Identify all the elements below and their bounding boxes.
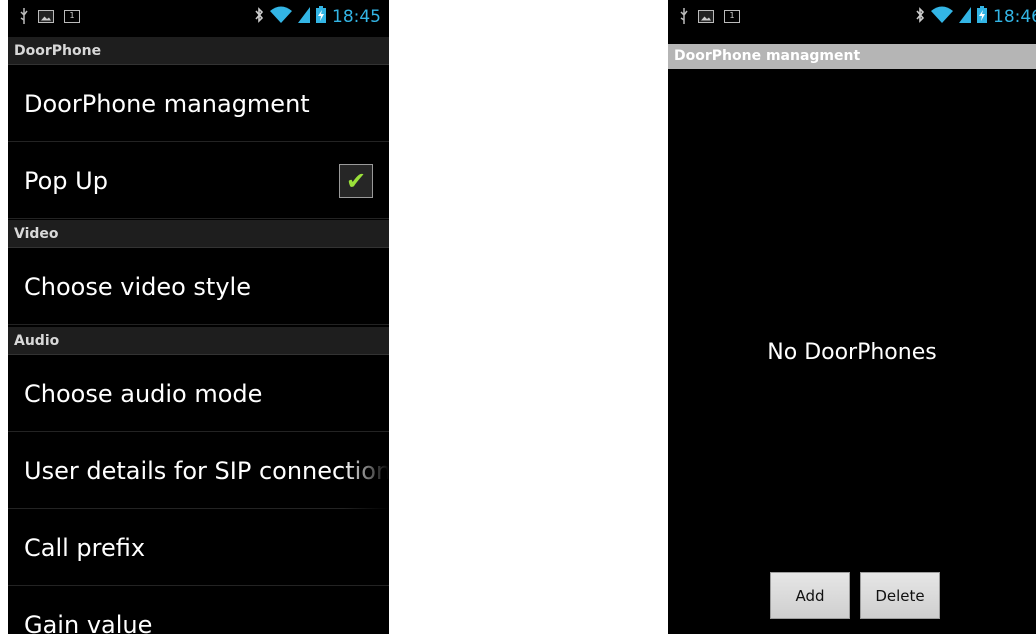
pref-gain-value[interactable]: Gain value: [8, 587, 389, 634]
status-bar: 1 18:46: [668, 0, 1036, 31]
checkmark-icon: ✔: [345, 166, 367, 195]
pref-label: Gain value: [24, 611, 153, 634]
bluetooth-icon: [254, 6, 264, 27]
pref-choose-audio-mode[interactable]: Choose audio mode: [8, 356, 389, 432]
popup-checkbox[interactable]: ✔: [339, 163, 373, 198]
empty-state-message: No DoorPhones: [767, 340, 937, 365]
calendar-icon: 1: [64, 9, 80, 23]
signal-icon: [298, 6, 310, 27]
window-title-bar: DoorPhone managment: [668, 44, 1036, 69]
pref-popup[interactable]: Pop Up ✔: [8, 143, 389, 219]
pref-choose-video-style[interactable]: Choose video style: [8, 249, 389, 325]
signal-icon: [959, 6, 971, 27]
delete-button[interactable]: Delete: [860, 572, 940, 619]
wifi-icon: [931, 6, 953, 27]
pref-call-prefix[interactable]: Call prefix: [8, 510, 389, 586]
pref-label: Choose audio mode: [24, 379, 263, 408]
status-bar: 1 18:45: [8, 0, 389, 31]
image-icon: [698, 9, 714, 23]
pref-label: Choose video style: [24, 272, 251, 301]
category-doorphone: DoorPhone: [8, 37, 389, 65]
image-icon: [38, 9, 54, 23]
category-video: Video: [8, 220, 389, 248]
doorphone-management-screen: 1 18:46 DoorPhone managment No DoorPhone…: [668, 0, 1036, 634]
battery-charging-icon: [977, 6, 987, 27]
status-clock: 18:45: [332, 6, 381, 27]
pref-label: User details for SIP connection: [24, 456, 389, 485]
category-audio: Audio: [8, 327, 389, 355]
pref-label: DoorPhone managment: [24, 89, 310, 118]
battery-charging-icon: [316, 6, 326, 27]
usb-icon: [20, 8, 28, 24]
status-clock: 18:46: [993, 6, 1036, 27]
pref-doorphone-management[interactable]: DoorPhone managment: [8, 66, 389, 142]
calendar-icon: 1: [724, 9, 740, 23]
settings-screen: 1 18:45 DoorPhone DoorPhone managment Po…: [8, 0, 389, 634]
add-button[interactable]: Add: [770, 572, 850, 619]
wifi-icon: [270, 6, 292, 27]
pref-label: Call prefix: [24, 533, 146, 562]
bluetooth-icon: [915, 6, 925, 27]
pref-user-details-sip[interactable]: User details for SIP connection: [8, 433, 389, 509]
pref-label: Pop Up: [24, 166, 108, 195]
usb-icon: [680, 8, 688, 24]
